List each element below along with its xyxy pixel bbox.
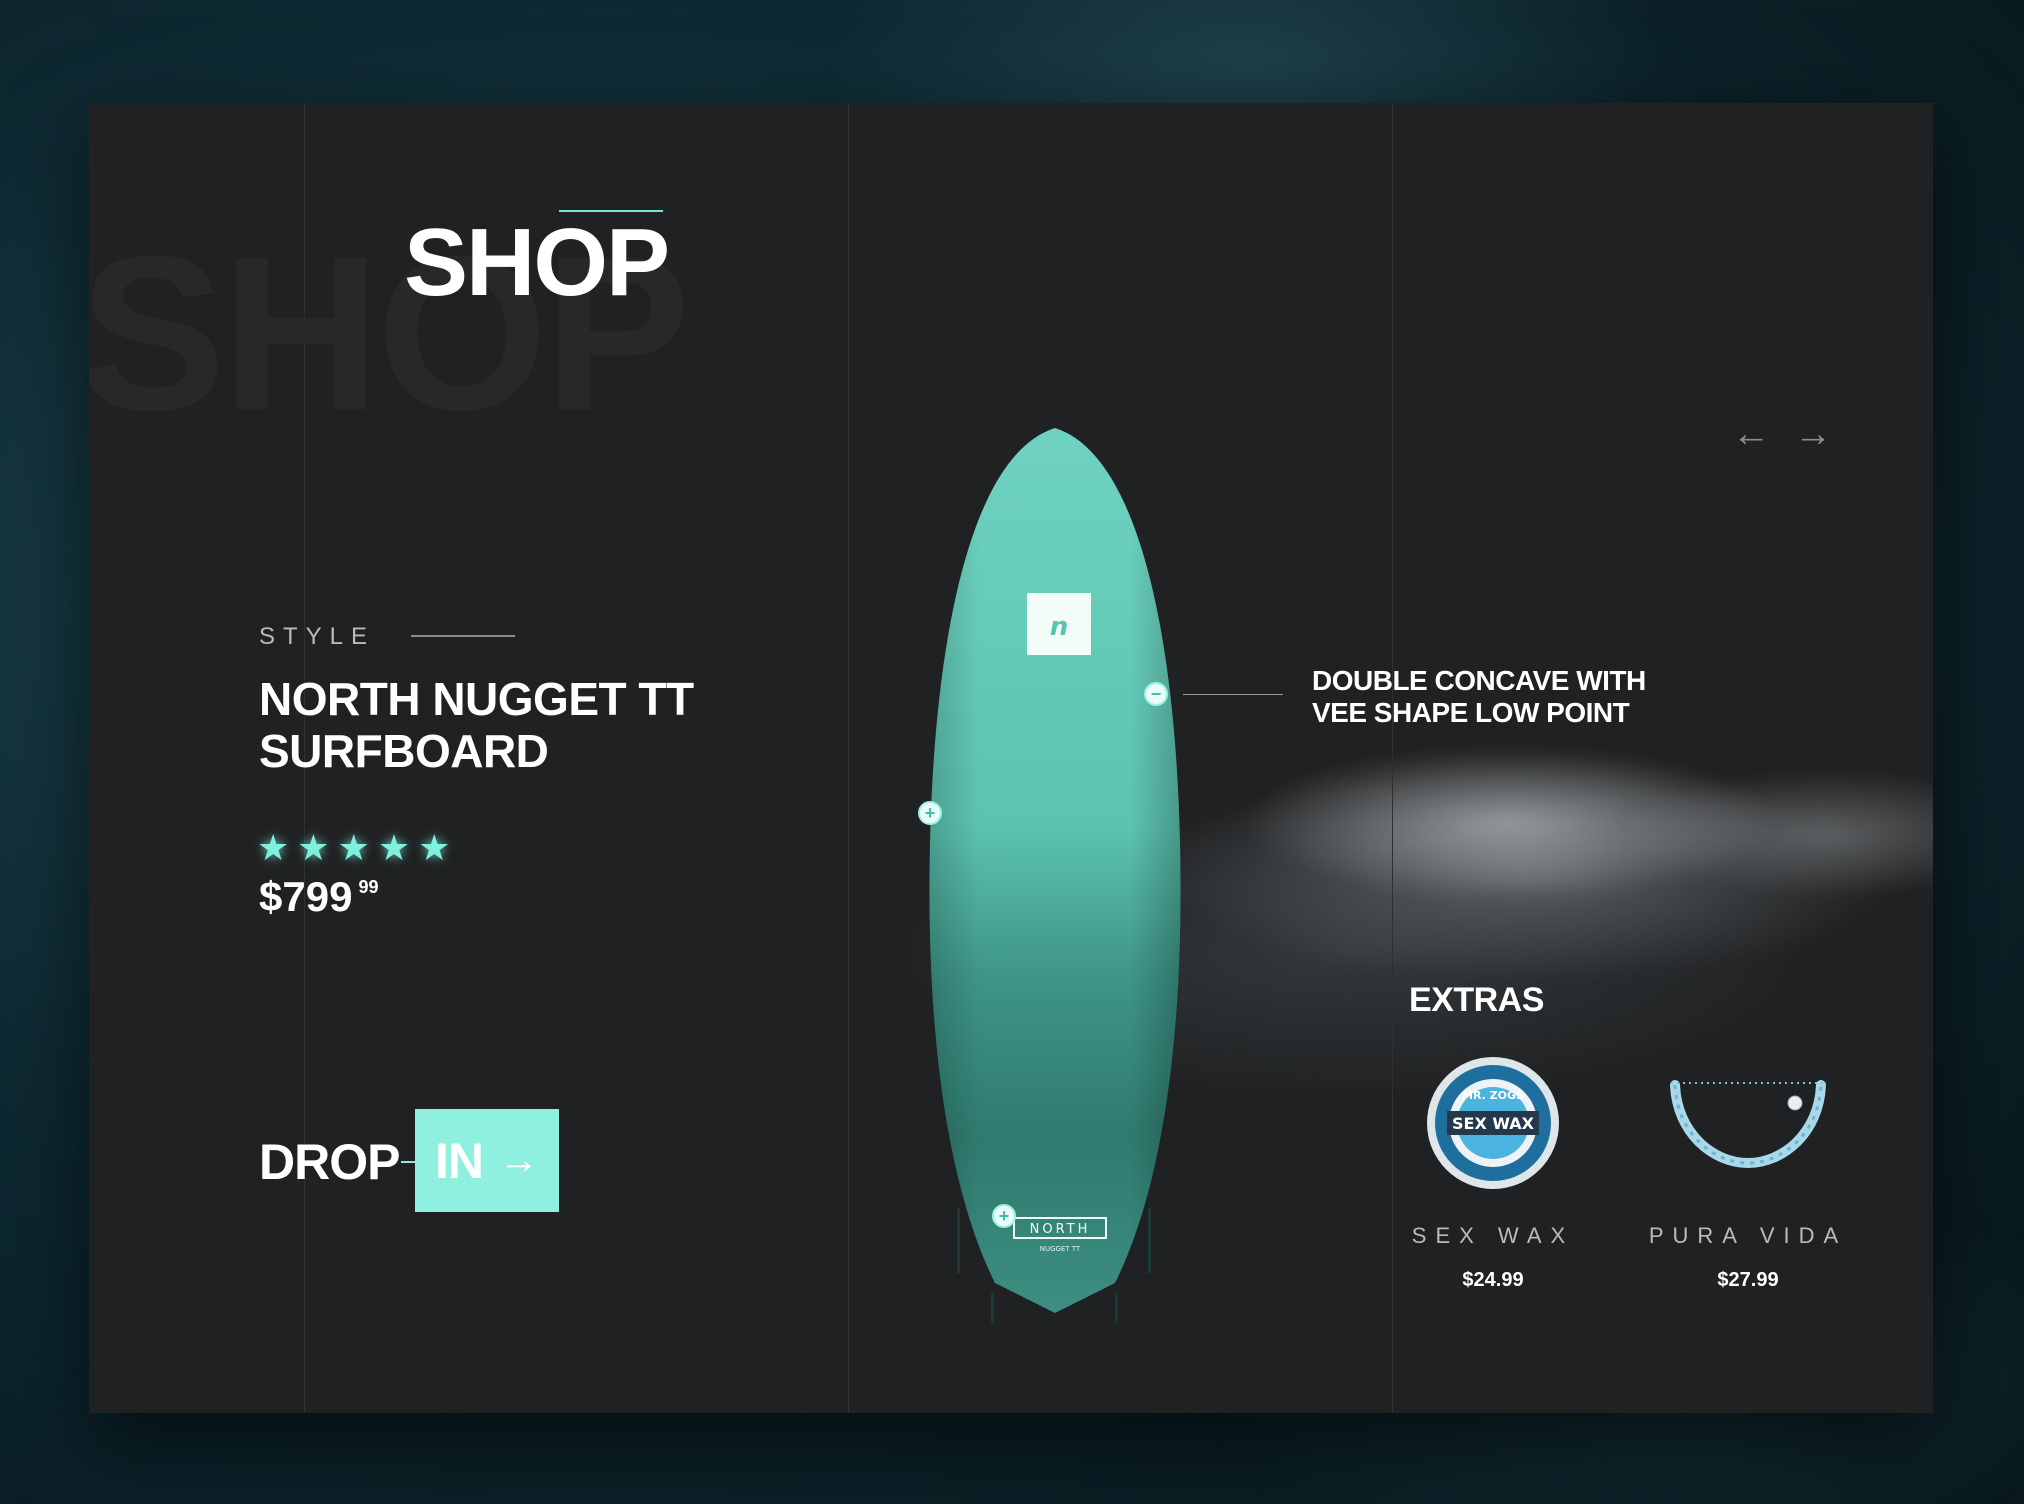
column-divider bbox=[848, 103, 849, 1413]
extra-price: $27.99 bbox=[1717, 1269, 1779, 1291]
page-title: SHOP bbox=[404, 209, 670, 316]
product-name: NORTH NUGGET TT SURFBOARD bbox=[259, 673, 819, 777]
product-name-line1: NORTH NUGGET TT bbox=[259, 673, 694, 725]
price-cents: 99 bbox=[358, 877, 379, 897]
drop-in-button[interactable]: IN → bbox=[415, 1109, 559, 1212]
star-icon: ★ bbox=[377, 827, 411, 868]
callout-line1: DOUBLE CONCAVE WITH bbox=[1312, 665, 1646, 696]
product-name-line2: SURFBOARD bbox=[259, 725, 549, 777]
shop-panel: SHOP SHOP STYLE NORTH NUGGET TT SURFBOAR… bbox=[89, 103, 1933, 1413]
svg-text:n: n bbox=[1050, 612, 1069, 642]
arrow-left-icon[interactable]: ← bbox=[1732, 415, 1770, 453]
wax-brand-text: MR. ZOGS bbox=[1462, 1089, 1524, 1102]
product-price: $799 99 bbox=[259, 873, 378, 921]
star-icon: ★ bbox=[257, 827, 290, 868]
extra-item-sex-wax[interactable]: SEX WAX MR. ZOGS SEX WAX $24.99 bbox=[1383, 1053, 1603, 1292]
arrow-right-icon[interactable]: → bbox=[1794, 415, 1832, 453]
board-model-text: NUGGET TT bbox=[1040, 1245, 1081, 1253]
price-main: $799 bbox=[259, 873, 353, 920]
extra-name: SEX WAX bbox=[1411, 1223, 1575, 1248]
star-icon: ★ bbox=[297, 827, 330, 868]
rating-stars: ★ ★ ★ ★ ★ bbox=[257, 830, 450, 866]
bracelet-icon bbox=[1638, 1053, 1858, 1193]
drop-in-prefix: DROP bbox=[259, 1134, 400, 1190]
callout-connector bbox=[1183, 694, 1283, 695]
extra-item-pura-vida[interactable]: PURA VIDA $27.99 bbox=[1638, 1053, 1858, 1292]
style-divider bbox=[411, 635, 515, 637]
extras-title: EXTRAS bbox=[1409, 981, 1544, 1019]
hotspot-plus-button[interactable]: + bbox=[992, 1204, 1016, 1228]
wax-tin-icon: SEX WAX MR. ZOGS bbox=[1383, 1053, 1603, 1193]
wax-label-text: SEX WAX bbox=[1452, 1114, 1535, 1133]
board-brand-text: NORTH bbox=[1030, 1222, 1091, 1237]
carousel-nav: ← → bbox=[1732, 415, 1832, 453]
feature-callout: DOUBLE CONCAVE WITH VEE SHAPE LOW POINT bbox=[1312, 665, 1692, 729]
star-icon: ★ bbox=[337, 827, 370, 868]
arrow-right-icon: → bbox=[499, 1138, 539, 1182]
extra-name: PURA VIDA bbox=[1648, 1223, 1848, 1248]
callout-line2: VEE SHAPE LOW POINT bbox=[1312, 697, 1630, 728]
hotspot-plus-button[interactable]: + bbox=[918, 801, 942, 825]
hotspot-minus-button[interactable]: − bbox=[1144, 682, 1168, 706]
drop-in-button-label: IN bbox=[435, 1132, 484, 1189]
surfboard-image: n NORTH NUGGET TT bbox=[929, 428, 1181, 1323]
style-label: STYLE bbox=[259, 623, 376, 650]
star-icon: ★ bbox=[418, 827, 451, 868]
extra-price: $24.99 bbox=[1462, 1269, 1524, 1291]
